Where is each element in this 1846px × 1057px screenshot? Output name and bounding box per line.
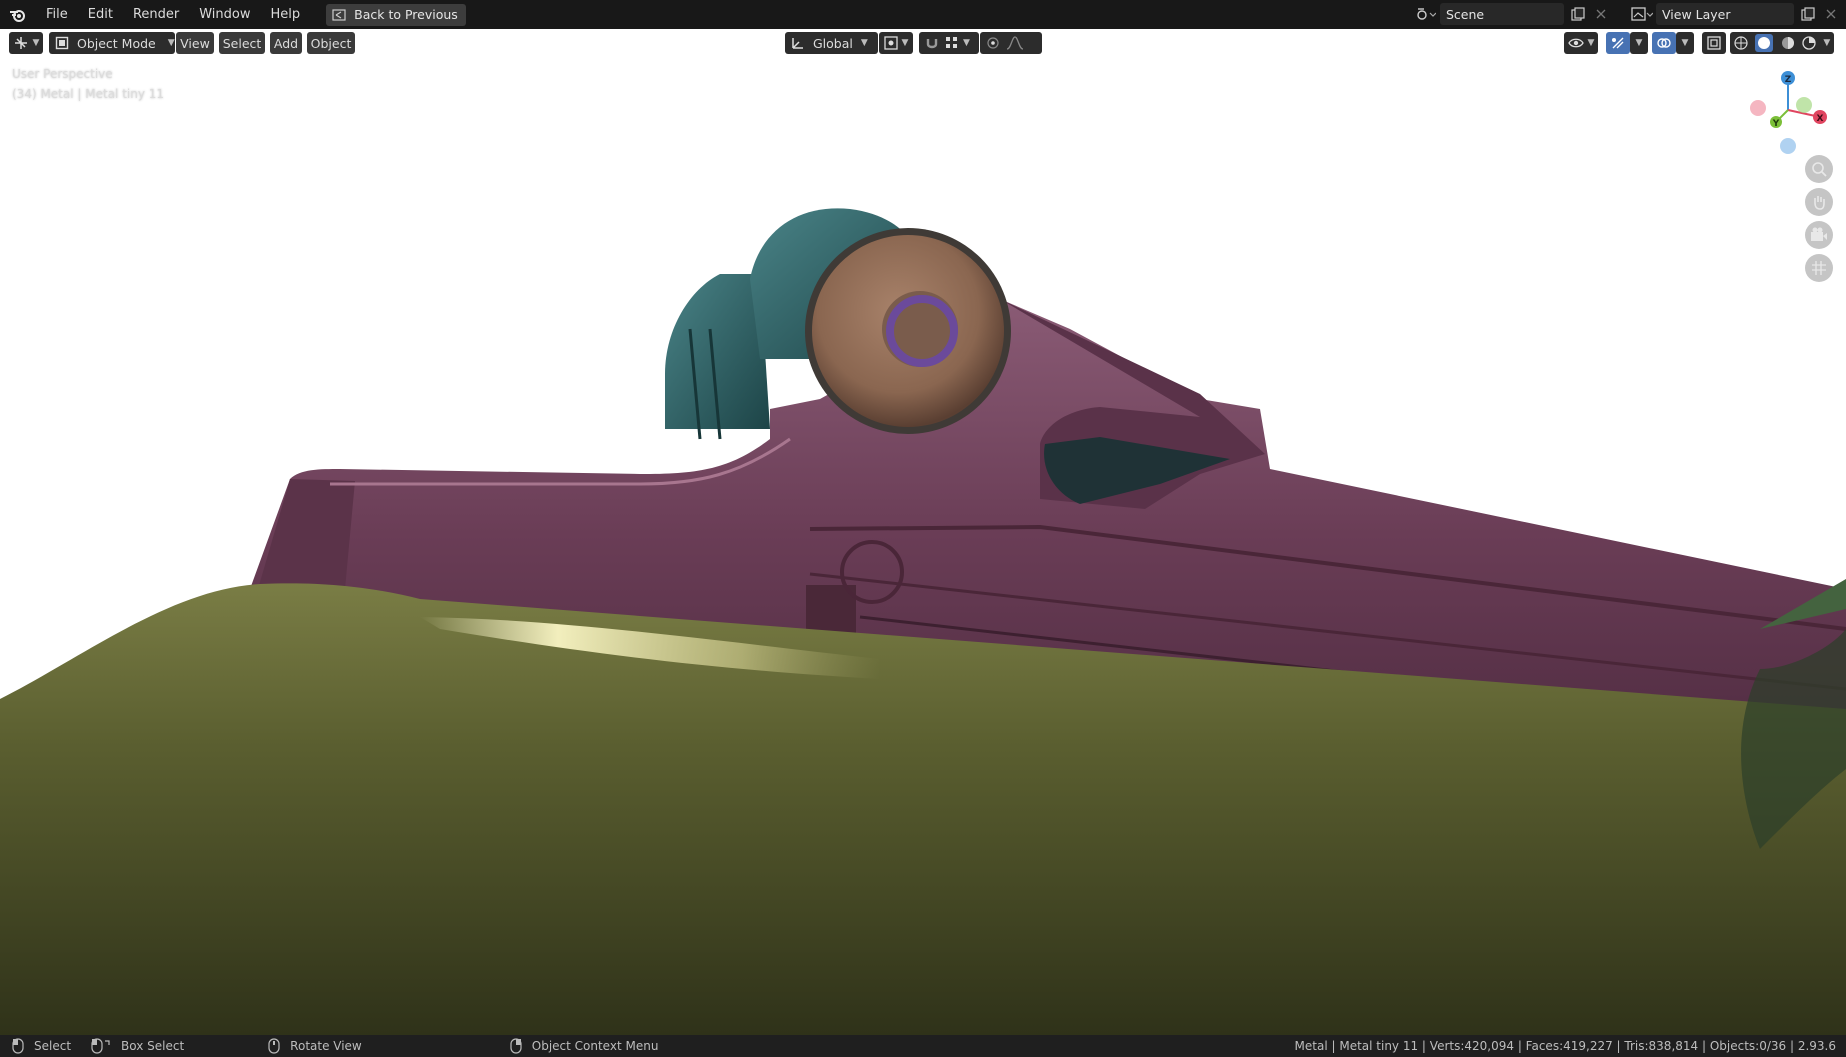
menu-file[interactable]: File — [36, 0, 78, 29]
new-scene-icon[interactable] — [1564, 3, 1592, 25]
menu-help[interactable]: Help — [261, 0, 311, 29]
eye-icon — [1567, 38, 1584, 48]
scene-statistics: Metal | Metal tiny 11 | Verts:420,094 | … — [1294, 1039, 1836, 1053]
orientation-label: Global — [813, 35, 853, 51]
transform-orientation-dropdown[interactable]: Global ▼ — [785, 32, 878, 54]
menu-window[interactable]: Window — [189, 0, 260, 29]
falloff-curve-icon — [1006, 36, 1024, 50]
object-mode-icon — [55, 36, 69, 50]
mode-label: Object Mode — [77, 35, 156, 51]
status-select-label: Select — [34, 1039, 72, 1053]
editor-type-icon — [14, 37, 27, 49]
xray-icon — [1707, 36, 1721, 50]
mouse-drag-icon — [91, 1038, 110, 1054]
proportional-editing-group[interactable] — [980, 32, 1042, 54]
object-info-label: (34) Metal | Metal tiny 11 — [12, 87, 165, 101]
scene-field[interactable]: Scene — [1440, 3, 1564, 25]
back-to-previous-button[interactable]: Back to Previous — [326, 3, 466, 26]
overlays-dropdown[interactable]: ▼ — [1676, 32, 1694, 54]
view-menu-button[interactable]: View — [176, 32, 214, 54]
snap-magnet-icon — [926, 39, 938, 49]
navigation-gizmo[interactable]: Z X Y — [1743, 65, 1833, 155]
status-box-select-label: Box Select — [121, 1039, 185, 1053]
xray-toggle[interactable] — [1702, 32, 1726, 54]
object-menu-button[interactable]: Object — [307, 32, 355, 54]
wireframe-shading-icon[interactable] — [1734, 36, 1748, 50]
gizmo-toggle[interactable] — [1606, 32, 1630, 54]
camera-view-icon[interactable] — [1805, 221, 1833, 249]
overlays-toggle[interactable] — [1652, 32, 1676, 54]
menu-edit[interactable]: Edit — [78, 0, 123, 29]
snap-increment-icon — [946, 37, 957, 48]
back-label: Back to Previous — [354, 7, 458, 22]
status-rotate-label: Rotate View — [290, 1039, 362, 1053]
status-context-label: Object Context Menu — [531, 1039, 659, 1053]
pivot-point-dropdown[interactable]: ▼ — [879, 32, 913, 54]
mouse-right-icon — [510, 1038, 522, 1054]
view-layer-field[interactable]: View Layer — [1656, 3, 1794, 25]
back-icon — [332, 8, 346, 21]
shading-mode-group: ▼ — [1730, 32, 1834, 54]
pivot-icon — [883, 36, 898, 50]
status-rotate: Rotate View — [268, 1038, 362, 1054]
editor-type-button[interactable]: ▼ — [9, 32, 43, 54]
add-menu-button[interactable]: Add — [270, 32, 302, 54]
mouse-middle-icon — [268, 1038, 280, 1054]
viewport-render — [0, 208, 1846, 1035]
viewport-header: ▼ Object Mode ▼ View Select Add Object Gl… — [0, 29, 1846, 56]
visibility-dropdown[interactable]: ▼ — [1564, 32, 1598, 54]
solid-shading-icon[interactable] — [1755, 34, 1774, 52]
view-layer-selector: View Layer — [1628, 3, 1840, 25]
gizmo-dropdown[interactable]: ▼ — [1630, 32, 1648, 54]
scene-icon[interactable] — [1412, 3, 1440, 25]
orientation-axes-icon — [792, 38, 803, 49]
new-view-layer-icon[interactable] — [1794, 3, 1822, 25]
select-menu-button[interactable]: Select — [219, 32, 265, 54]
proportional-edit-icon — [987, 37, 999, 49]
menu-render[interactable]: Render — [123, 0, 189, 29]
svg-text:Z: Z — [1785, 75, 1792, 85]
status-box-select: Box Select — [91, 1038, 184, 1054]
svg-text:X: X — [1817, 114, 1824, 124]
pan-hand-icon[interactable] — [1805, 188, 1833, 216]
status-bar: Select Box Select Rotate View Object Con… — [0, 1035, 1846, 1057]
mouse-left-icon — [12, 1038, 24, 1054]
top-menu-bar: File Edit Render Window Help Back to Pre… — [0, 0, 1846, 29]
orthographic-grid-icon[interactable] — [1805, 254, 1833, 282]
material-shading-icon[interactable] — [1781, 36, 1795, 50]
delete-view-layer-icon[interactable] — [1822, 3, 1840, 25]
status-select: Select — [12, 1038, 71, 1054]
status-context: Object Context Menu — [510, 1038, 659, 1054]
zoom-icon[interactable] — [1805, 155, 1833, 183]
perspective-label: User Perspective — [12, 67, 113, 81]
overlays-icon — [1657, 38, 1671, 48]
gizmo-icon — [1612, 37, 1624, 49]
snapping-group[interactable]: ▼ — [919, 32, 979, 54]
svg-text:Y: Y — [1772, 119, 1780, 129]
delete-scene-icon[interactable] — [1592, 3, 1610, 25]
blender-logo-icon[interactable] — [0, 0, 36, 29]
view-layer-icon[interactable] — [1628, 3, 1656, 25]
scene-selector: Scene — [1412, 3, 1610, 25]
mode-dropdown[interactable]: Object Mode ▼ — [49, 32, 175, 54]
rendered-shading-icon[interactable] — [1802, 36, 1816, 50]
3d-viewport[interactable]: User Perspective (34) Metal | Metal tiny… — [0, 29, 1846, 1035]
